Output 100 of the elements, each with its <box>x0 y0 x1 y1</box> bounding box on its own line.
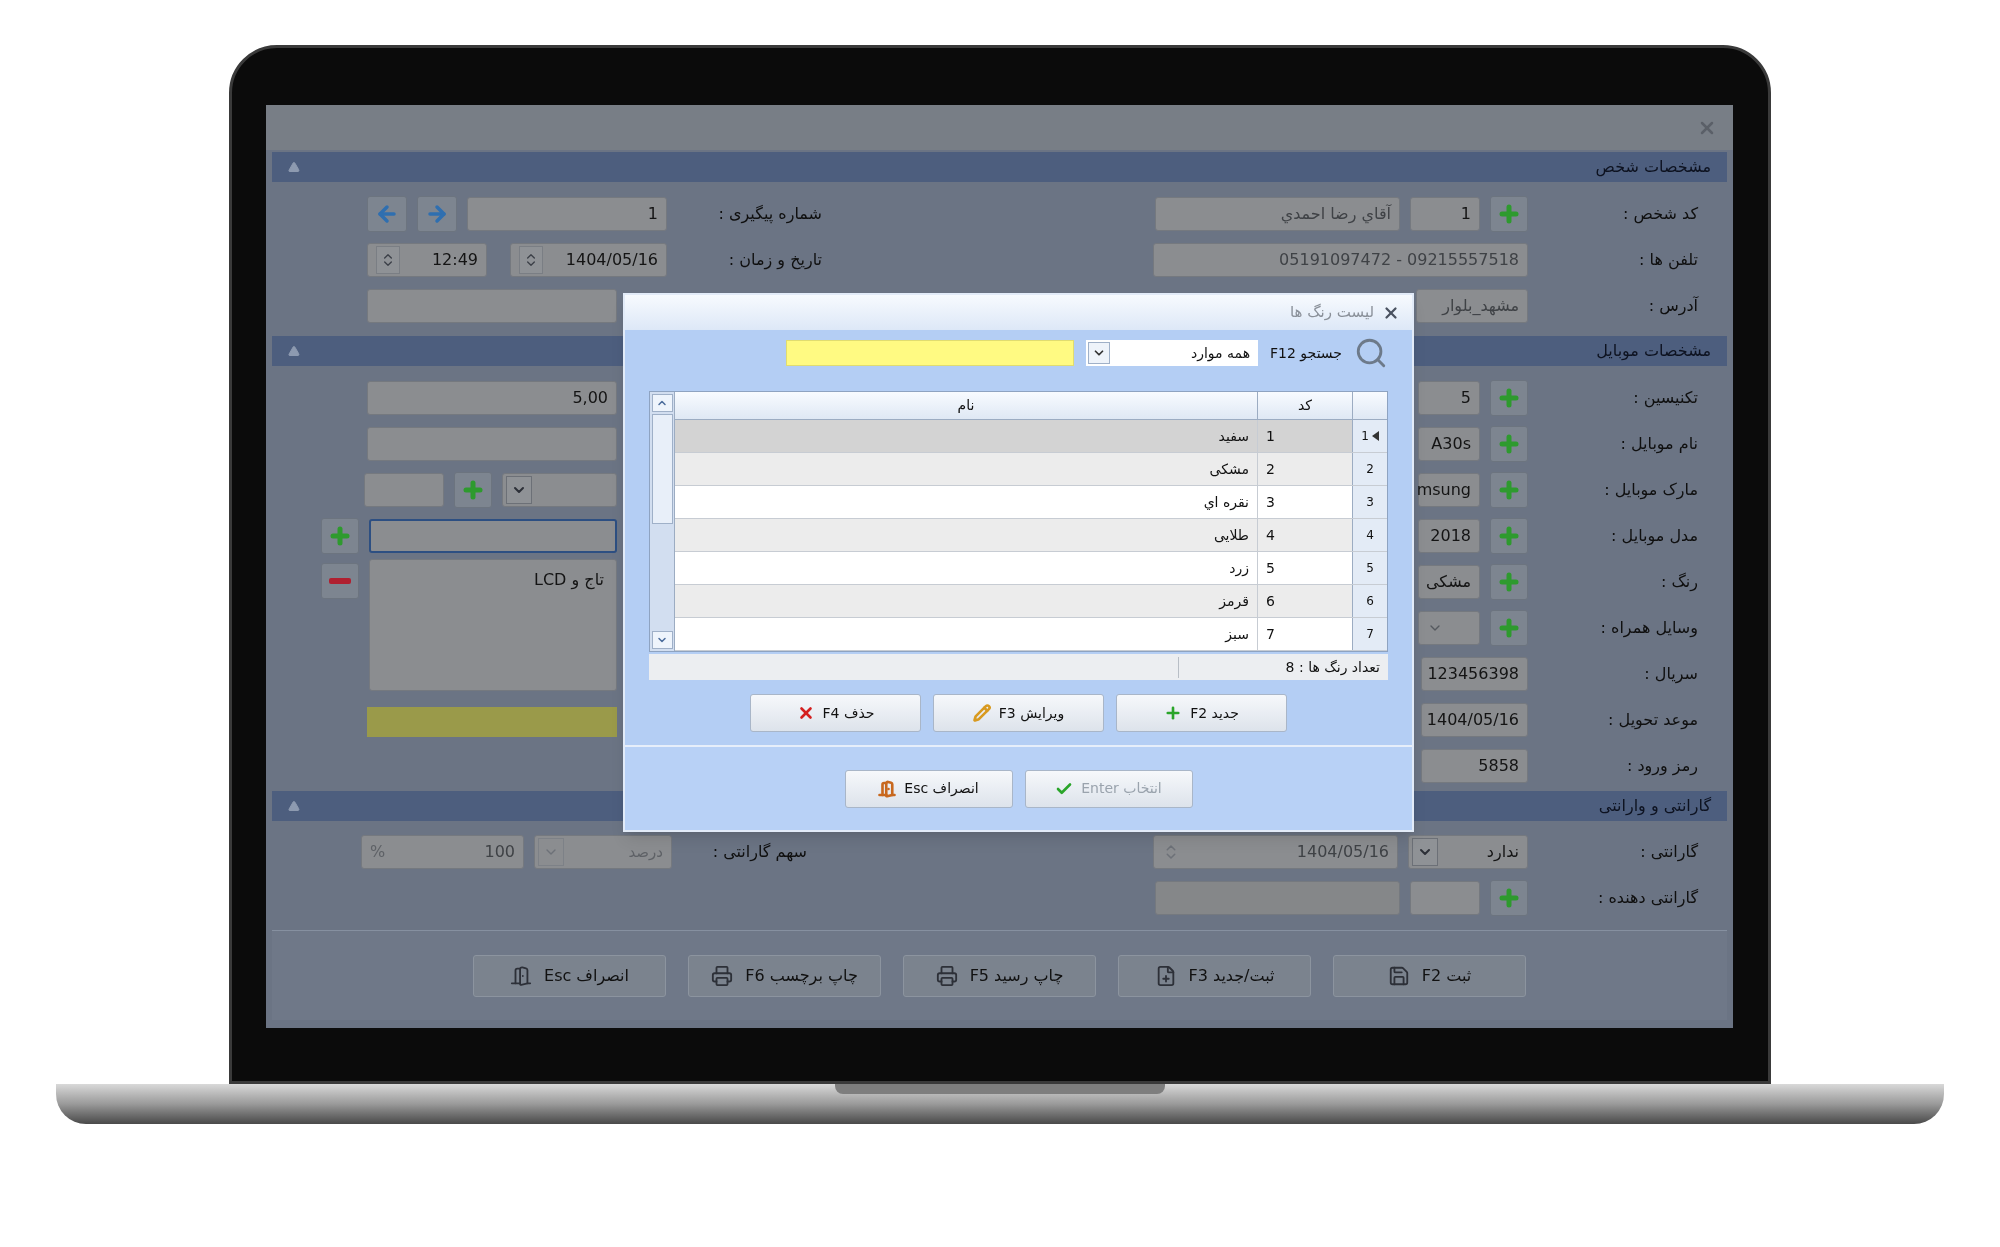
table-cell: 3 <box>1257 486 1352 518</box>
text-field[interactable]: A30s <box>1418 427 1480 461</box>
add-button[interactable] <box>1490 196 1528 232</box>
action-button[interactable]: چاپ برچسب F6 <box>688 954 881 997</box>
previous-button[interactable] <box>367 196 407 232</box>
text-field[interactable] <box>369 519 617 553</box>
text-field[interactable]: آقاي رضا احمدي <box>1155 197 1400 231</box>
next-button[interactable] <box>417 196 457 232</box>
row-number: 6 <box>1366 593 1374 610</box>
text-field[interactable]: msung <box>1418 473 1480 507</box>
notes-field[interactable]: تاج و LCD <box>368 559 617 691</box>
action-button[interactable]: ثبت F2 <box>1333 954 1526 997</box>
action-button[interactable]: چاپ رسید F5 <box>903 954 1096 997</box>
collapse-icon[interactable] <box>288 161 300 173</box>
record-count: تعداد رنگ ها : 8 <box>1178 656 1388 678</box>
add-button[interactable] <box>1490 610 1528 646</box>
plus-icon <box>1497 478 1521 502</box>
plus-icon <box>1497 524 1521 548</box>
action-button[interactable]: انصراف Esc <box>473 954 666 997</box>
field-label: رنگ : <box>1660 571 1698 594</box>
row-number: 2 <box>1366 461 1374 478</box>
text-field[interactable]: 1404/05/16 <box>1421 703 1528 737</box>
table-cell: 1 <box>1257 420 1352 452</box>
table-cell-text: قرمز <box>1217 591 1250 612</box>
dialog-button[interactable]: جدید F2 <box>1116 694 1287 732</box>
chevron-icon[interactable] <box>1412 838 1438 866</box>
filter-dropdown[interactable]: همه موارد <box>1086 340 1259 366</box>
collapse-icon[interactable] <box>288 800 300 812</box>
table-cell: 2 <box>1257 453 1352 485</box>
text-field[interactable]: 100 % <box>361 835 524 869</box>
text-field[interactable]: 05191097472 - 09215557518 <box>1153 243 1528 277</box>
row-number: 1 <box>1361 428 1369 445</box>
dropdown-field[interactable] <box>502 473 617 507</box>
field-label: مدل موبایل : <box>1610 525 1698 548</box>
field-label: گارانتی دهنده : <box>1597 887 1698 910</box>
chevron-icon[interactable] <box>506 476 532 504</box>
text-field[interactable] <box>367 427 617 461</box>
add-button[interactable] <box>454 472 492 508</box>
dialog-button[interactable]: ویرایش F3 <box>933 694 1104 732</box>
search-label: جستجو F12 <box>1270 343 1342 364</box>
plus-icon <box>1497 616 1521 640</box>
text-field[interactable]: 12:49 <box>367 243 487 277</box>
text-field[interactable]: 5 <box>1418 381 1480 415</box>
text-field[interactable] <box>1418 611 1480 645</box>
field-label: سریال : <box>1643 663 1698 686</box>
text-field[interactable]: 5858 <box>1421 749 1528 783</box>
field-label: آدرس : <box>1647 295 1698 318</box>
spinner-icon[interactable] <box>376 246 400 274</box>
field-label: تلفن ها : <box>1638 249 1698 272</box>
text-field[interactable]: 5,00 <box>367 381 617 415</box>
printer-icon <box>935 964 958 987</box>
text-field[interactable]: 1 <box>467 197 667 231</box>
row-number: 3 <box>1366 494 1374 511</box>
table-cell: 7 <box>1257 618 1352 650</box>
column-header[interactable]: کد <box>1257 392 1352 419</box>
text-field[interactable]: 1404/05/16 <box>1153 835 1398 869</box>
action-button[interactable]: ثبت/جدید F3 <box>1118 954 1311 997</box>
printer-icon <box>711 964 734 987</box>
text-field[interactable]: 1 <box>1410 197 1480 231</box>
table-cell-text: طلایی <box>1212 525 1250 545</box>
text-field[interactable]: مشهد_بلوار <box>1416 289 1528 323</box>
field-label: تاریخ و زمان : <box>727 249 822 272</box>
add-button[interactable] <box>1490 472 1528 508</box>
field-label: گارانتی : <box>1639 841 1698 864</box>
search-icon[interactable] <box>1354 336 1388 370</box>
text-field[interactable]: مشکی <box>1418 565 1480 599</box>
spinner-icon[interactable] <box>519 246 543 274</box>
dialog-button[interactable]: انصراف Esc <box>844 769 1013 808</box>
plus-icon <box>1497 386 1521 410</box>
collapse-icon[interactable] <box>288 345 300 357</box>
text-field[interactable] <box>367 289 617 323</box>
section-title: مشخصات موبایل <box>1596 340 1711 362</box>
dialog-title: لیست رنگ ها <box>1289 302 1374 324</box>
search-input[interactable] <box>786 340 1075 366</box>
text-field[interactable]: 2018 <box>1418 519 1480 553</box>
field-label: سهم گارانتی : <box>711 841 807 864</box>
scrollbar[interactable] <box>650 392 675 651</box>
table-cell-text: سفید <box>1217 426 1250 446</box>
table-cell-text: مشکی <box>1208 459 1250 479</box>
text-field[interactable] <box>1155 881 1400 915</box>
add-button[interactable] <box>1490 564 1528 600</box>
add-button[interactable] <box>1490 426 1528 462</box>
table-cell-text: نقره اي <box>1202 492 1250 513</box>
add-button[interactable] <box>1490 518 1528 554</box>
dropdown-field[interactable]: ندارد <box>1408 835 1528 869</box>
plus-icon <box>1497 886 1521 910</box>
text-field[interactable]: 1404/05/16 <box>510 243 667 277</box>
table-cell-text: سبز <box>1223 624 1250 645</box>
add-button[interactable] <box>1490 380 1528 416</box>
column-header[interactable]: نام <box>675 392 1257 419</box>
table-cell: 4 <box>1257 519 1352 551</box>
text-field[interactable]: 123456398 <box>1421 657 1528 691</box>
add-button[interactable] <box>321 518 359 554</box>
remove-button[interactable] <box>321 563 359 599</box>
text-field[interactable] <box>364 473 444 507</box>
field-label: نام موبایل : <box>1619 433 1698 456</box>
table-cell: 6 <box>1257 585 1352 617</box>
dialog-button[interactable]: حذف F4 <box>750 694 921 732</box>
add-button[interactable] <box>1490 880 1528 916</box>
text-field[interactable] <box>1410 881 1480 915</box>
